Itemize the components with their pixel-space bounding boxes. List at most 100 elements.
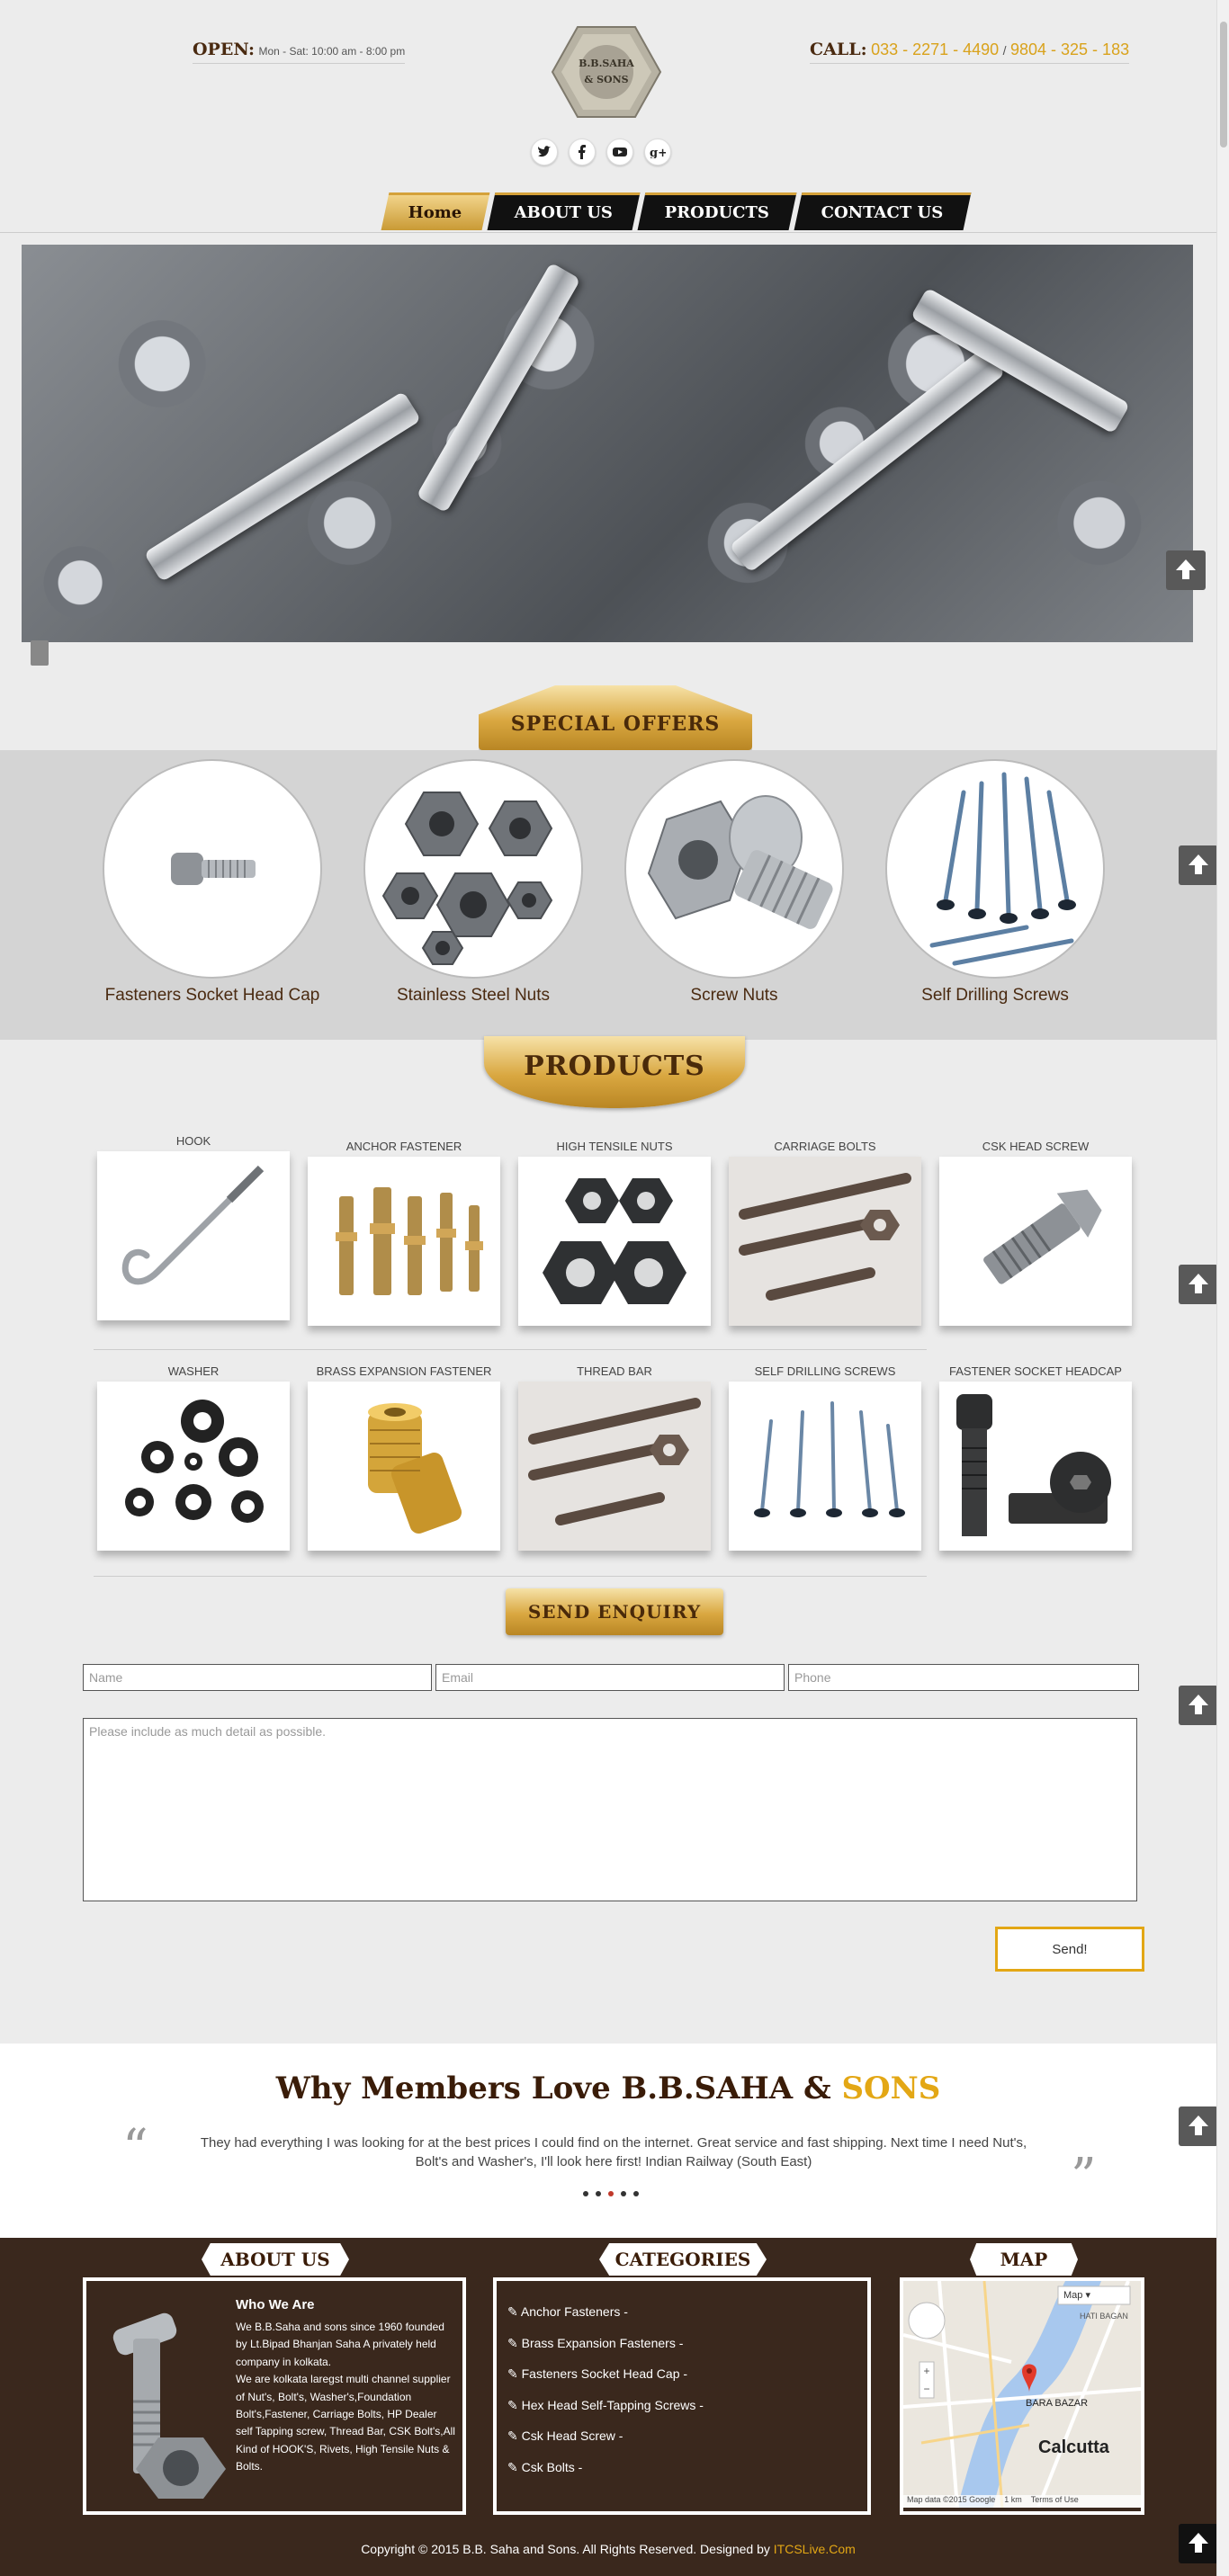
name-input[interactable]: Name xyxy=(83,1664,432,1691)
product-title[interactable]: FASTENER SOCKET HEADCAP xyxy=(939,1362,1132,1382)
product-title[interactable]: BRASS EXPANSION FASTENER xyxy=(308,1362,500,1382)
scroll-top-button[interactable] xyxy=(1179,2106,1218,2146)
product-card[interactable]: WASHER xyxy=(97,1362,290,1551)
pager-dot[interactable] xyxy=(583,2191,588,2196)
hero-image-nuts-bolts xyxy=(22,245,1193,642)
offer-item[interactable]: Fasteners Socket Head Cap xyxy=(101,759,324,1006)
map-type-select[interactable]: Map ▾ xyxy=(1063,2289,1090,2301)
scroll-top-button[interactable] xyxy=(1179,1686,1218,1725)
pager-dot-active[interactable] xyxy=(608,2191,614,2196)
offer-image[interactable] xyxy=(885,759,1105,979)
product-title[interactable]: CSK HEAD SCREW xyxy=(939,1137,1132,1157)
map-label-calcutta: Calcutta xyxy=(1038,2437,1109,2457)
category-label: Csk Head Screw - xyxy=(521,2428,623,2443)
open-hours-text: Mon - Sat: 10:00 am - 8:00 pm xyxy=(258,45,406,58)
product-card[interactable]: BRASS EXPANSION FASTENER xyxy=(308,1362,500,1551)
products-title: PRODUCTS xyxy=(524,1050,705,1082)
pager-dot[interactable] xyxy=(621,2191,626,2196)
product-card[interactable]: CARRIAGE BOLTS xyxy=(729,1137,921,1326)
product-image[interactable] xyxy=(939,1382,1132,1551)
product-title[interactable]: HOOK xyxy=(97,1131,290,1151)
product-image[interactable] xyxy=(729,1382,921,1551)
facebook-icon[interactable] xyxy=(569,139,596,165)
product-card[interactable]: ANCHOR FASTENER xyxy=(308,1137,500,1326)
product-card[interactable]: HIGH TENSILE NUTS xyxy=(518,1137,711,1326)
testimonials-title-highlight: SONS xyxy=(841,2071,941,2106)
product-card[interactable]: HOOK xyxy=(97,1131,290,1320)
offer-image[interactable] xyxy=(103,759,322,979)
scroll-top-button[interactable] xyxy=(1179,2524,1218,2563)
quote-open-icon: “ xyxy=(122,2119,148,2178)
scroll-top-button[interactable] xyxy=(1179,1265,1218,1304)
offer-item[interactable]: Screw Nuts xyxy=(623,759,846,1006)
quote-close-icon: ” xyxy=(1071,2148,1097,2206)
offer-caption[interactable]: Screw Nuts xyxy=(623,986,846,1006)
product-title[interactable]: SELF DRILLING SCREWS xyxy=(729,1362,921,1382)
product-image[interactable] xyxy=(518,1157,711,1326)
product-image[interactable] xyxy=(518,1382,711,1551)
google-map[interactable]: + − Map ▾ Calcutta BARA BAZAR HATI BAGAN… xyxy=(903,2281,1141,2508)
phone-number-1[interactable]: 033 - 2271 - 4490 xyxy=(871,40,999,58)
category-link[interactable]: ✎ Brass Expansion Fasteners - xyxy=(507,2336,704,2367)
pager-dot[interactable] xyxy=(596,2191,601,2196)
product-title[interactable]: CARRIAGE BOLTS xyxy=(729,1137,921,1157)
testimonial-text: They had everything I was looking for at… xyxy=(200,2135,1027,2169)
product-image[interactable] xyxy=(729,1157,921,1326)
product-image[interactable] xyxy=(308,1382,500,1551)
offer-item[interactable]: Self Drilling Screws xyxy=(884,759,1107,1006)
category-label: Anchor Fasteners - xyxy=(520,2304,628,2319)
logo[interactable]: B.B.SAHA & SONS xyxy=(551,22,662,122)
category-link[interactable]: ✎ Hex Head Self-Tapping Screws - xyxy=(507,2398,704,2429)
map-terms-link[interactable]: Terms of Use xyxy=(1031,2495,1079,2508)
nav-products[interactable]: PRODUCTS xyxy=(637,192,797,230)
page-scrollbar[interactable] xyxy=(1216,0,1229,2576)
google-plus-icon[interactable]: g+ xyxy=(644,139,671,165)
product-card[interactable]: CSK HEAD SCREW xyxy=(939,1137,1132,1326)
twitter-icon[interactable] xyxy=(531,139,558,165)
offer-image[interactable] xyxy=(363,759,583,979)
nav-home[interactable]: Home xyxy=(381,192,489,230)
footer-about-text-2: We are kolkata laregst multi channel sup… xyxy=(236,2373,455,2473)
product-image[interactable] xyxy=(939,1157,1132,1326)
copyright-text: Copyright © 2015 B.B. Saha and Sons. All… xyxy=(361,2542,770,2556)
product-image[interactable] xyxy=(97,1151,290,1320)
svg-text:B.B.SAHA: B.B.SAHA xyxy=(579,58,634,69)
designer-link[interactable]: ITCSLive.Com xyxy=(774,2542,856,2556)
scroll-top-button[interactable] xyxy=(1179,845,1218,885)
offer-caption[interactable]: Self Drilling Screws xyxy=(884,986,1107,1006)
product-title[interactable]: ANCHOR FASTENER xyxy=(308,1137,500,1157)
category-link[interactable]: ✎ Csk Head Screw - xyxy=(507,2428,704,2460)
youtube-icon[interactable] xyxy=(606,139,633,165)
email-input[interactable]: Email xyxy=(435,1664,785,1691)
offer-caption[interactable]: Fasteners Socket Head Cap xyxy=(101,986,324,1006)
product-title[interactable]: HIGH TENSILE NUTS xyxy=(518,1137,711,1157)
special-offers-title: SPECIAL OFFERS xyxy=(510,712,721,736)
product-card[interactable]: SELF DRILLING SCREWS xyxy=(729,1362,921,1551)
product-title[interactable]: WASHER xyxy=(97,1362,290,1382)
product-card[interactable]: THREAD BAR xyxy=(518,1362,711,1551)
pager-dot[interactable] xyxy=(633,2191,639,2196)
svg-text:+: + xyxy=(923,2365,929,2377)
product-card[interactable]: FASTENER SOCKET HEADCAP xyxy=(939,1362,1132,1551)
phone-input[interactable]: Phone xyxy=(788,1664,1139,1691)
offer-image[interactable] xyxy=(624,759,844,979)
category-link[interactable]: ✎ Anchor Fasteners - xyxy=(507,2304,704,2336)
scrollbar-thumb[interactable] xyxy=(1220,22,1227,148)
category-link[interactable]: ✎ Csk Bolts - xyxy=(507,2460,704,2491)
testimonial-pager xyxy=(583,2191,639,2196)
category-link[interactable]: ✎ Fasteners Socket Head Cap - xyxy=(507,2366,704,2398)
message-textarea[interactable]: Please include as much detail as possibl… xyxy=(83,1718,1137,1901)
product-image[interactable] xyxy=(308,1157,500,1326)
hero-slider[interactable] xyxy=(22,245,1193,642)
send-button[interactable]: Send! xyxy=(995,1927,1144,1972)
phone-number-2[interactable]: 9804 - 325 - 183 xyxy=(1010,40,1129,58)
offer-item[interactable]: Stainless Steel Nuts xyxy=(362,759,585,1006)
offer-caption[interactable]: Stainless Steel Nuts xyxy=(362,986,585,1006)
nav-about-us[interactable]: ABOUT US xyxy=(487,192,641,230)
product-image[interactable] xyxy=(97,1382,290,1551)
nav-contact-us[interactable]: CONTACT US xyxy=(794,192,971,230)
slider-pager[interactable] xyxy=(31,640,49,666)
product-row-divider xyxy=(94,1576,927,1577)
scroll-top-button[interactable] xyxy=(1166,550,1206,590)
product-title[interactable]: THREAD BAR xyxy=(518,1362,711,1382)
